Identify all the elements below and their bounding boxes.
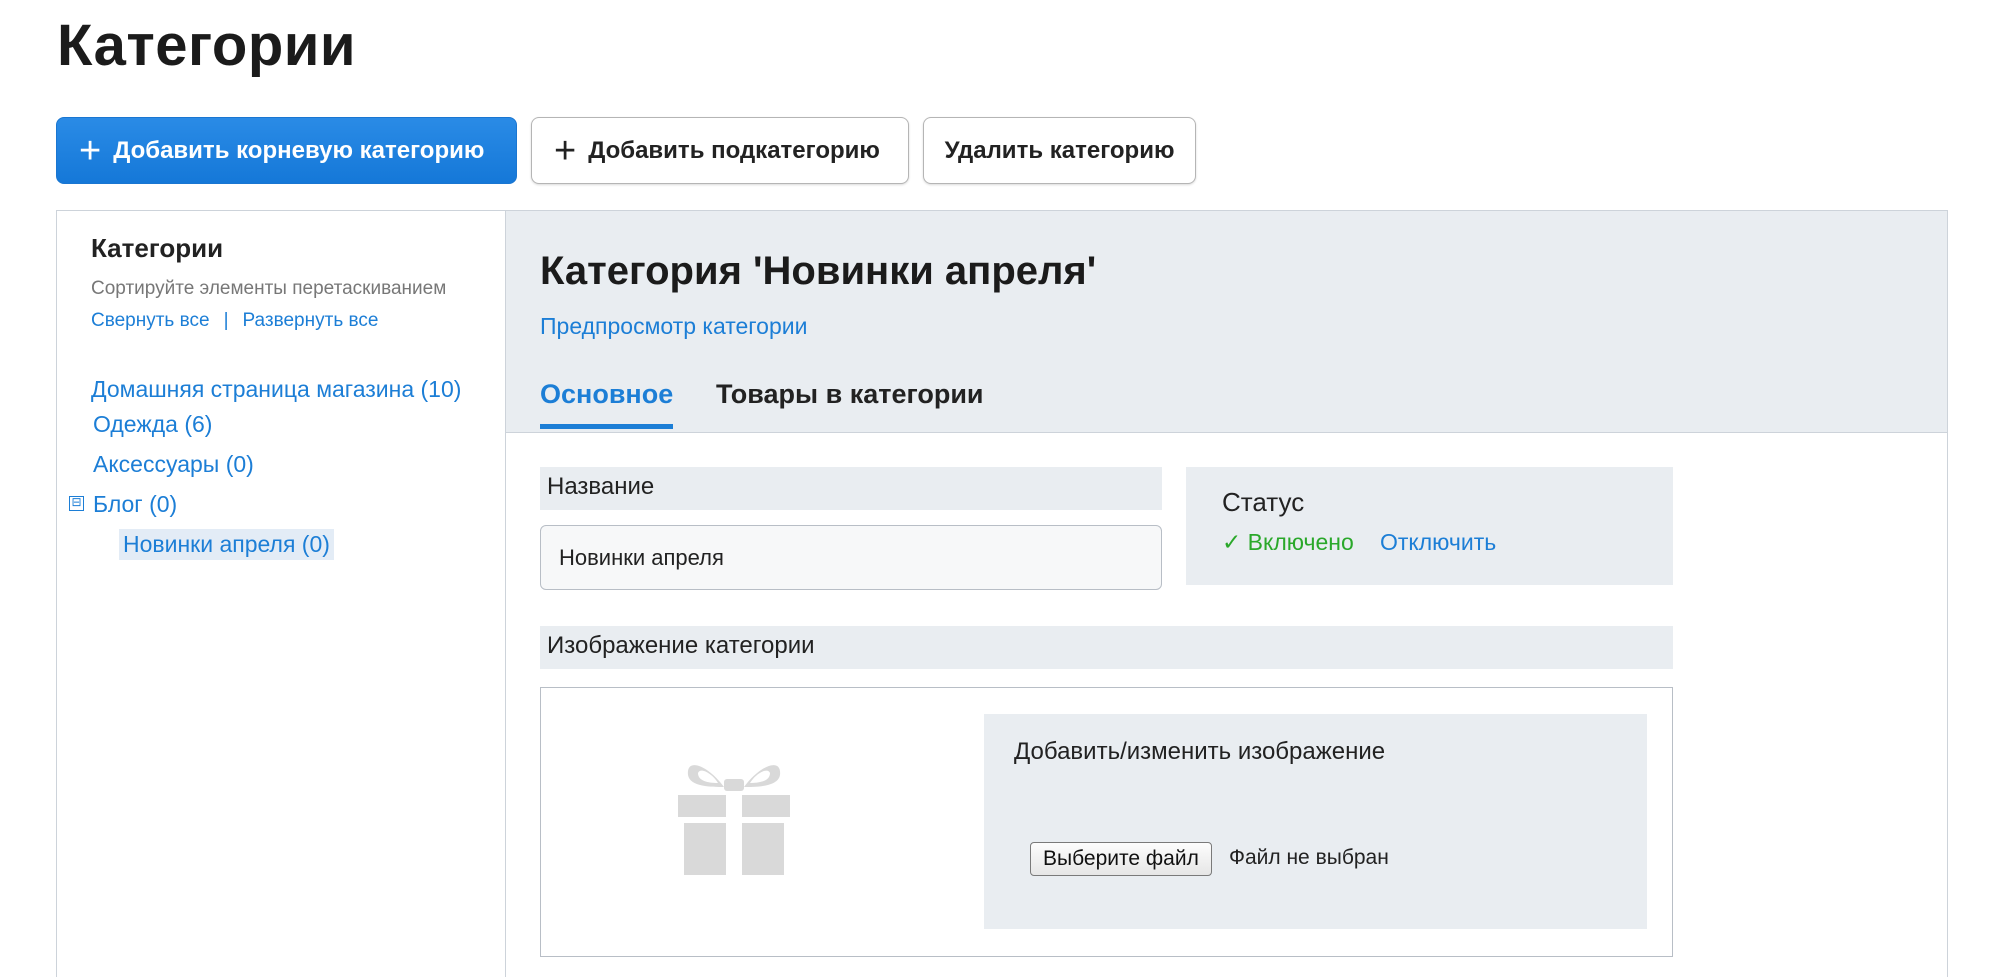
tab-category-products[interactable]: Товары в категории [716, 379, 984, 424]
tree-item-april-new[interactable]: Новинки апреля (0) [119, 529, 334, 560]
plus-icon: + [554, 129, 577, 172]
image-field-label: Изображение категории [540, 626, 1673, 669]
expand-all-link[interactable]: Развернуть все [243, 310, 379, 332]
editor-header: Категория 'Новинки апреля' Предпросмотр … [506, 211, 1947, 433]
tree-item-accessories[interactable]: Аксессуары (0) [93, 451, 254, 478]
delete-category-button[interactable]: Удалить категорию [923, 117, 1196, 184]
tab-general[interactable]: Основное [540, 379, 674, 429]
category-panel: Категории Сортируйте элементы перетаскив… [56, 210, 1948, 977]
category-editor: Категория 'Новинки апреля' Предпросмотр … [506, 211, 1947, 977]
add-root-category-label: Добавить корневую категорию [113, 136, 485, 164]
choose-file-button[interactable]: Выберите файл [1030, 842, 1212, 876]
minus-square-icon[interactable]: ⊟ [69, 496, 84, 511]
status-enabled: ✓ Включено [1222, 529, 1354, 555]
status-box: Статус ✓ Включено Отключить [1186, 467, 1673, 585]
add-root-category-button[interactable]: + Добавить корневую категорию [56, 117, 517, 184]
separator: | [223, 310, 229, 331]
image-box: Добавить/изменить изображение Выберите ф… [540, 687, 1673, 957]
name-field-label: Название [540, 467, 1162, 510]
collapse-all-link[interactable]: Свернуть все [91, 310, 210, 332]
category-name-input[interactable] [540, 525, 1162, 590]
sidebar-title: Категории [91, 233, 224, 263]
plus-icon: + [79, 129, 102, 172]
category-heading: Категория 'Новинки апреля' [540, 249, 1097, 293]
tree-controls: Свернуть все | Развернуть все [91, 310, 378, 332]
toolbar: + Добавить корневую категорию + Добавить… [56, 117, 1196, 184]
gift-icon [678, 765, 790, 875]
category-sidebar: Категории Сортируйте элементы перетаскив… [57, 211, 506, 977]
disable-link[interactable]: Отключить [1380, 529, 1496, 556]
add-subcategory-button[interactable]: + Добавить подкатегорию [531, 117, 909, 184]
upload-box: Добавить/изменить изображение Выберите ф… [984, 714, 1647, 929]
upload-title: Добавить/изменить изображение [1014, 738, 1386, 765]
tree-item-home[interactable]: Домашняя страница магазина (10) [91, 376, 461, 403]
preview-category-link[interactable]: Предпросмотр категории [540, 313, 807, 340]
add-subcategory-label: Добавить подкатегорию [588, 136, 880, 164]
sidebar-hint: Сортируйте элементы перетаскиванием [91, 278, 447, 299]
page-title: Категории [57, 13, 357, 78]
tree-item-clothing[interactable]: Одежда (6) [93, 411, 212, 438]
file-status: Файл не выбран [1229, 846, 1389, 869]
status-title: Статус [1222, 487, 1305, 517]
tree-item-blog[interactable]: Блог (0) [93, 491, 177, 518]
